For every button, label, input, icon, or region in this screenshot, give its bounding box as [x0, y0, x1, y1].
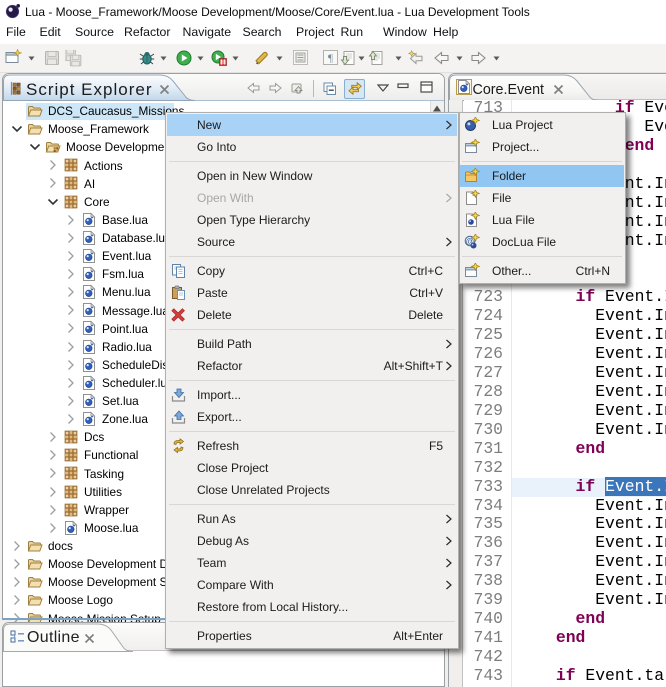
svg-text:¶: ¶	[328, 53, 333, 65]
